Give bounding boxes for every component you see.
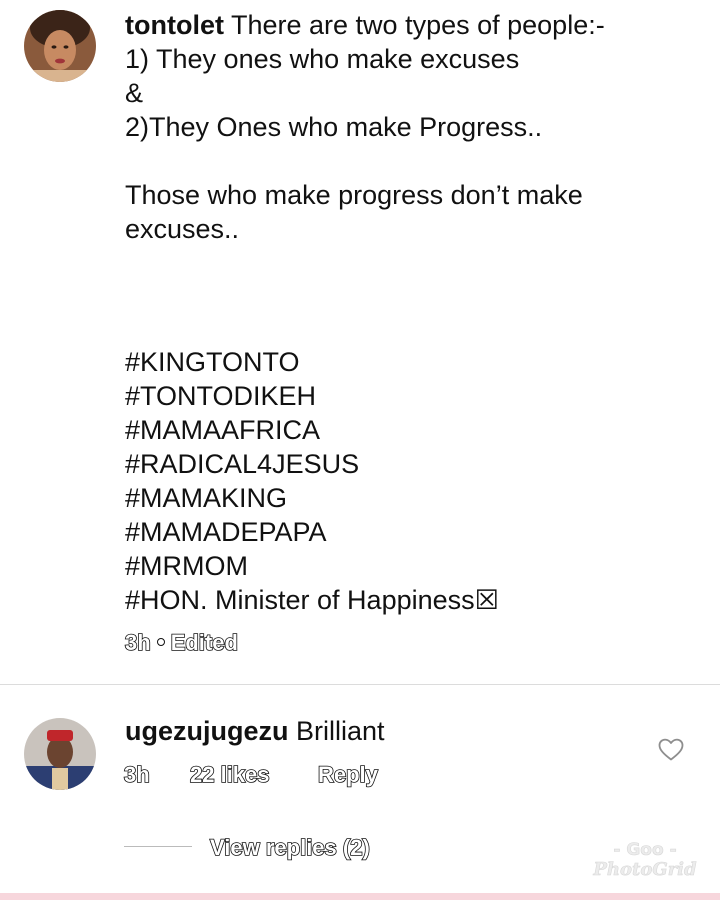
hashtag[interactable]: #MAMAKING bbox=[125, 481, 499, 515]
caption-body: 1) They ones who make excuses & 2)They O… bbox=[125, 44, 583, 244]
replies-divider-line bbox=[124, 846, 192, 847]
hashtag[interactable]: #MAMAAFRICA bbox=[125, 413, 499, 447]
comment-likes-count[interactable]: 22 likes bbox=[189, 760, 270, 790]
post-meta: 3h Edited bbox=[124, 628, 239, 658]
photogrid-watermark: - Goo - PhotoGrid bbox=[590, 840, 700, 880]
section-divider bbox=[0, 684, 720, 685]
commenter-username[interactable]: ugezujugezu bbox=[125, 716, 289, 746]
watermark-line-2: PhotoGrid bbox=[593, 859, 697, 880]
heart-outline-icon[interactable] bbox=[658, 738, 684, 762]
post-caption: tontolet There are two types of people:-… bbox=[125, 8, 685, 246]
post-username[interactable]: tontolet bbox=[125, 10, 224, 40]
post-timestamp: 3h bbox=[124, 629, 151, 656]
post-caption-section: tontolet There are two types of people:-… bbox=[0, 0, 720, 684]
view-replies-button[interactable]: View replies (2) bbox=[209, 833, 370, 863]
reply-button[interactable]: Reply bbox=[317, 760, 379, 790]
hashtag[interactable]: #KINGTONTO bbox=[125, 345, 499, 379]
comment-text: ugezujugezu Brilliant bbox=[125, 714, 385, 748]
edited-label: Edited bbox=[170, 629, 239, 656]
comment-body: Brilliant bbox=[288, 716, 385, 746]
hashtag[interactable]: #HON. Minister of Happiness☒ bbox=[125, 583, 499, 617]
watermark-line-1: - Goo - bbox=[613, 840, 677, 861]
hashtag[interactable]: #MAMADEPAPA bbox=[125, 515, 499, 549]
separator-dot bbox=[156, 638, 165, 647]
bottom-edge-strip bbox=[0, 893, 720, 900]
comment-timestamp: 3h bbox=[123, 761, 150, 788]
hashtag[interactable]: #TONTODIKEH bbox=[125, 379, 499, 413]
post-author-avatar[interactable] bbox=[24, 10, 96, 82]
hashtag[interactable]: #RADICAL4JESUS bbox=[125, 447, 499, 481]
hashtag-list: #KINGTONTO #TONTODIKEH #MAMAAFRICA #RADI… bbox=[125, 345, 499, 617]
hashtag[interactable]: #MRMOM bbox=[125, 549, 499, 583]
commenter-avatar[interactable] bbox=[24, 718, 96, 790]
caption-first-line: There are two types of people:- bbox=[223, 10, 605, 40]
